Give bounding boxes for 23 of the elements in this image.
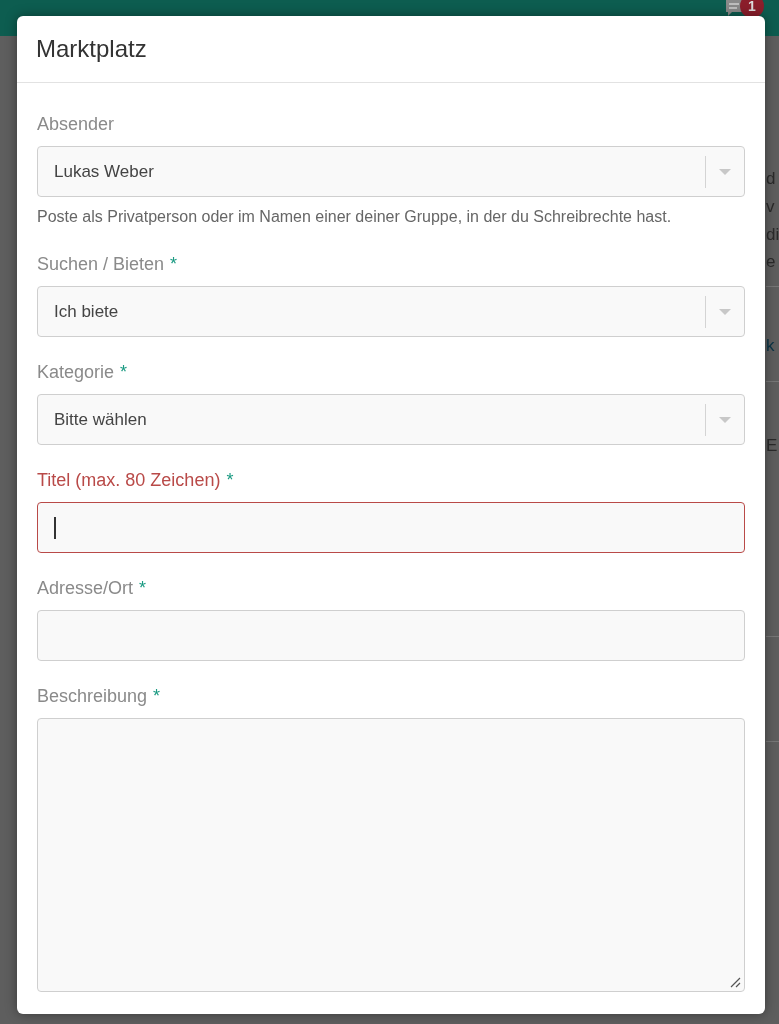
required-mark: * [120, 361, 128, 383]
field-label: Beschreibung [37, 685, 148, 707]
field-label: Adresse/Ort [37, 577, 134, 599]
required-mark: * [139, 577, 147, 599]
field-label: Absender [37, 113, 115, 135]
resize-handle-icon [730, 977, 741, 988]
select-field[interactable]: Lukas Weber [37, 146, 745, 197]
caret-icon [719, 168, 731, 175]
field-label: Kategorie [37, 361, 115, 383]
text-cursor [54, 516, 56, 539]
field-label: Titel (max. 80 Zeichen) [37, 469, 221, 491]
select-field[interactable]: Ich biete [37, 286, 745, 337]
text-field[interactable] [37, 502, 745, 553]
help-text: Poste als Privatperson oder im Namen einer deiner Gruppe, in der du Schreibrechte hast. [37, 207, 673, 227]
modal-title: Marktplatz [36, 34, 147, 64]
caret-icon [719, 416, 731, 423]
select-field[interactable]: Bitte wählen [37, 394, 745, 445]
required-mark: * [153, 685, 161, 707]
field-label: Suchen / Bieten [37, 253, 165, 275]
chat-icon[interactable] [724, 0, 744, 18]
required-mark: * [226, 469, 234, 491]
required-mark: * [170, 253, 178, 275]
caret-icon [719, 308, 731, 315]
